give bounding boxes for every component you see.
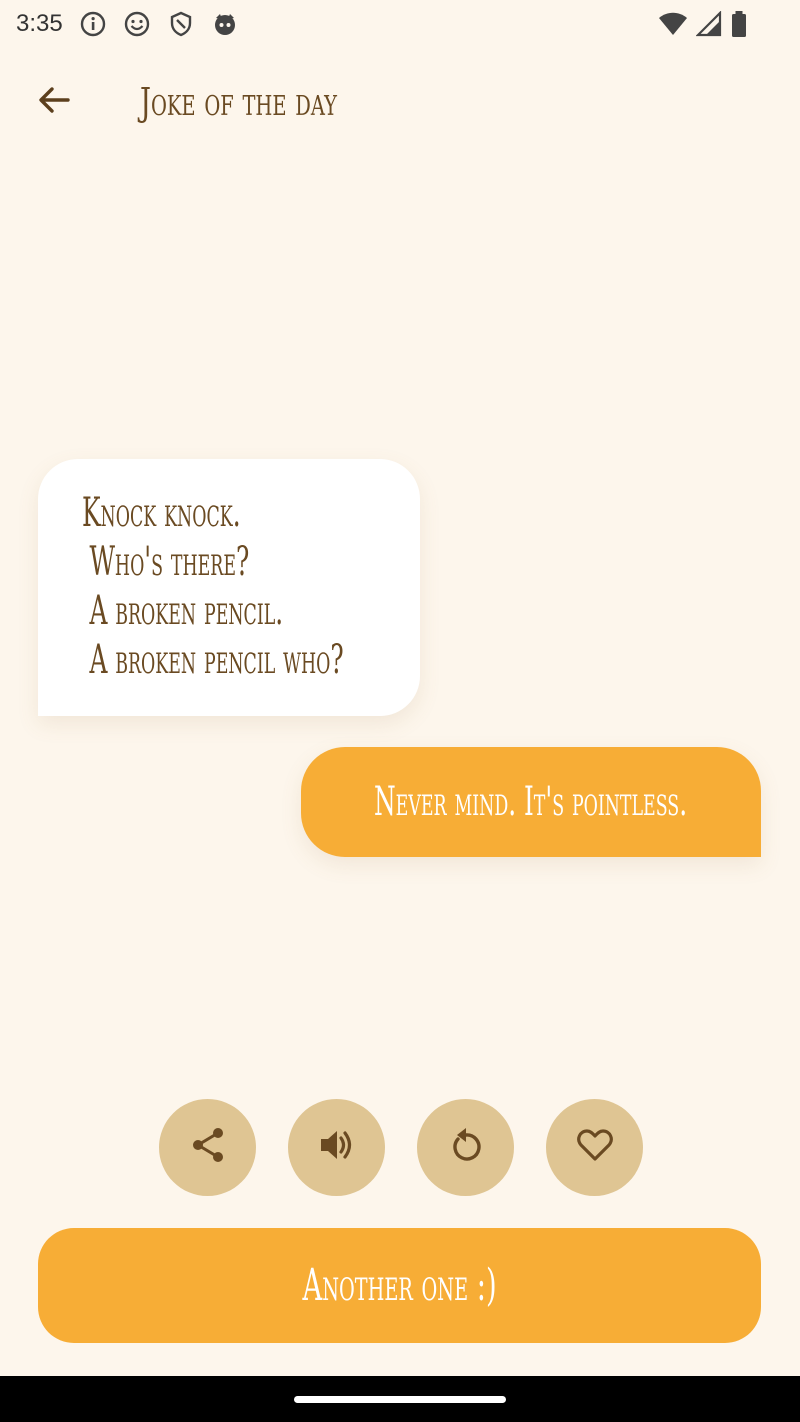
app-bar: Joke of the day	[0, 60, 800, 144]
arrow-back-icon	[36, 82, 72, 123]
heart-icon	[575, 1125, 615, 1170]
home-handle[interactable]	[294, 1396, 506, 1403]
favorite-button[interactable]	[546, 1099, 643, 1196]
another-one-button[interactable]: Another one :)	[38, 1228, 761, 1343]
status-right	[658, 10, 800, 38]
joke-setup-line: A broken pencil.	[89, 588, 284, 634]
joke-setup-line: Who's there?	[89, 539, 250, 585]
joke-setup-bubble: Knock knock. Who's there? A broken penci…	[38, 459, 420, 716]
back-button[interactable]	[22, 70, 86, 134]
battery-icon	[730, 10, 748, 38]
another-one-label: Another one :)	[302, 1260, 497, 1311]
joke-setup-line: A broken pencil who?	[89, 637, 344, 683]
cat-icon	[211, 10, 239, 38]
joke-punchline-bubble: Never mind. It's pointless.	[301, 747, 761, 857]
speak-button[interactable]	[288, 1099, 385, 1196]
wifi-icon	[658, 11, 688, 37]
joke-punchline: Never mind. It's pointless.	[374, 779, 688, 825]
status-time: 3:35	[16, 10, 63, 37]
status-bar: 3:35	[0, 0, 800, 48]
status-left: 3:35	[0, 10, 239, 38]
action-row	[159, 1099, 643, 1196]
share-icon	[188, 1125, 228, 1170]
shield-icon	[167, 10, 195, 38]
signal-icon	[696, 11, 722, 37]
share-button[interactable]	[159, 1099, 256, 1196]
info-icon	[79, 10, 107, 38]
speaker-icon	[317, 1125, 357, 1170]
refresh-icon	[446, 1125, 486, 1170]
navigation-bar	[0, 1376, 800, 1422]
page-title: Joke of the day	[140, 80, 337, 124]
joke-setup-line: Knock knock.	[82, 490, 241, 536]
refresh-button[interactable]	[417, 1099, 514, 1196]
smiley-icon	[123, 10, 151, 38]
